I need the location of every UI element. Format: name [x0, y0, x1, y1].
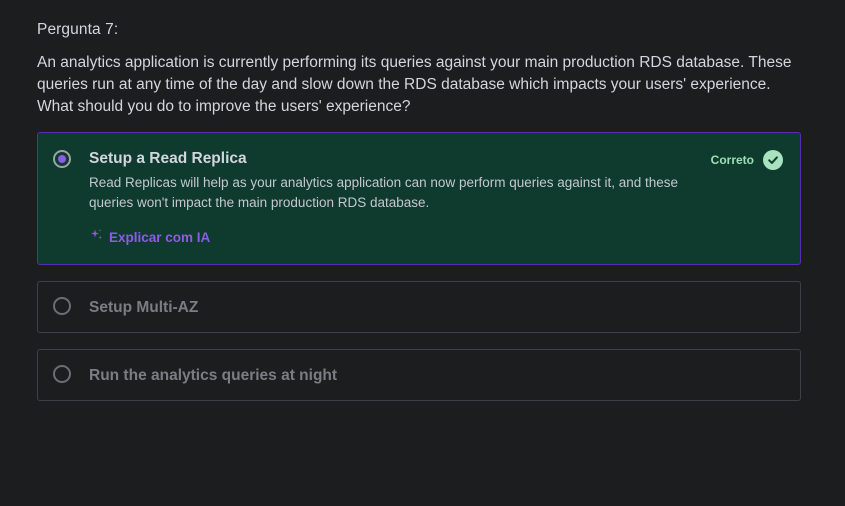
answer-option-run-at-night[interactable]: Run the analytics queries at night: [37, 349, 801, 401]
radio-button[interactable]: [53, 365, 71, 383]
explain-with-ai-label: Explicar com IA: [109, 229, 211, 245]
sparkle-icon: [90, 228, 103, 246]
explain-with-ai-link[interactable]: Explicar com IA: [90, 228, 210, 246]
correct-label: Correto: [710, 153, 754, 167]
answer-explanation: Read Replicas will help as your analytic…: [89, 175, 679, 210]
answer-title: Setup a Read Replica: [89, 150, 247, 167]
quiz-page: Pergunta 7: An analytics application is …: [0, 0, 845, 506]
radio-button[interactable]: [53, 150, 71, 168]
question-text: An analytics application is currently pe…: [37, 54, 792, 115]
answer-option-multi-az[interactable]: Setup Multi-AZ: [37, 281, 801, 333]
question-number: Pergunta 7:: [37, 21, 119, 38]
radio-button[interactable]: [53, 297, 71, 315]
check-circle-icon: [763, 150, 783, 170]
answer-title: Setup Multi-AZ: [89, 299, 199, 316]
correct-badge: Correto: [711, 150, 783, 170]
answer-title: Run the analytics queries at night: [89, 367, 338, 384]
radio-selected-dot: [58, 155, 66, 163]
answer-option-read-replica[interactable]: Setup a Read Replica Correto Read Replic…: [37, 132, 801, 265]
